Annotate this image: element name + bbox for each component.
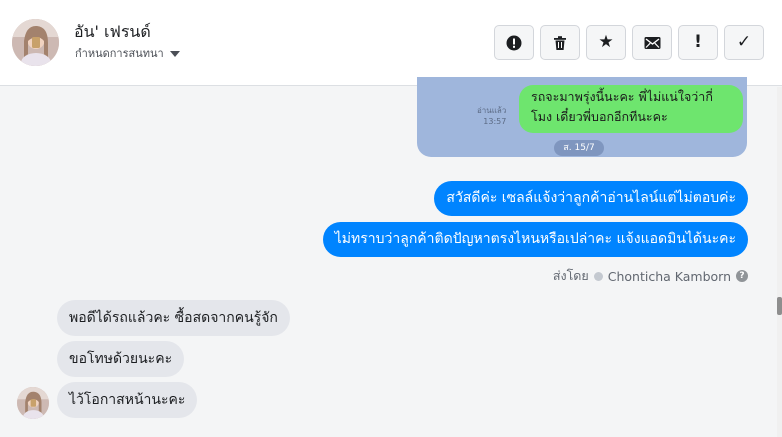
envelope-icon	[644, 36, 660, 49]
delete-button[interactable]	[540, 25, 580, 60]
star-icon: ★	[598, 32, 614, 52]
sent-by-info: ส่งโดย Chonticha Kamborn ?	[553, 266, 748, 286]
conversation-header: อัน' เฟรนด์ กำหนดการสนทนา ★ ! ✓	[0, 0, 782, 86]
conversation-schedule-label: กำหนดการสนทนา	[75, 47, 164, 60]
verified-icon	[593, 271, 603, 281]
checkmark-icon: ✓	[736, 32, 752, 52]
spam-button[interactable]: !	[678, 25, 718, 60]
caret-down-icon	[169, 51, 180, 57]
incoming-message[interactable]: ขอโทษด้วยนะคะ	[57, 341, 185, 377]
contact-name[interactable]: อัน' เฟรนด์	[74, 20, 151, 45]
alert-button[interactable]	[494, 25, 534, 60]
date-badge: ส. 15/7	[554, 140, 604, 156]
outgoing-message[interactable]: ไม่ทราบว่าลูกค้าติดปัญหาตรงไหนหรือเปล่าค…	[322, 222, 748, 257]
exclamation-icon: !	[694, 32, 702, 52]
line-screenshot-attachment[interactable]: อ่านแล้ว 13:57 รถจะมาพรุ่งนี้นะคะ พี่ไม่…	[417, 77, 747, 157]
message-thread: อ่านแล้ว 13:57 รถจะมาพรุ่งนี้นะคะ พี่ไม่…	[0, 77, 782, 437]
scrollbar-thumb[interactable]	[777, 297, 782, 315]
sender-avatar[interactable]	[17, 387, 49, 419]
done-button[interactable]: ✓	[724, 25, 764, 60]
sent-by-label: ส่งโดย	[552, 268, 589, 283]
contact-avatar[interactable]	[12, 19, 59, 66]
action-toolbar: ★ ! ✓	[494, 25, 764, 60]
read-receipt: อ่านแล้ว 13:57	[477, 106, 507, 126]
incoming-message[interactable]: ไว้โอกาสหน้านะคะ	[57, 382, 198, 418]
trash-icon	[554, 35, 566, 50]
conversation-schedule-dropdown[interactable]: กำหนดการสนทนา	[75, 44, 180, 62]
star-button[interactable]: ★	[586, 25, 626, 60]
mark-unread-button[interactable]	[632, 25, 672, 60]
help-icon[interactable]: ?	[736, 270, 748, 282]
outgoing-message[interactable]: สวัสดีค่ะ เซลล์แจ้งว่าลูกค้าอ่านไลน์แต่ไ…	[434, 181, 748, 216]
alert-circle-icon	[506, 35, 522, 50]
line-message-bubble: รถจะมาพรุ่งนี้นะคะ พี่ไม่แน่ใจว่ากี่โมง …	[519, 85, 743, 133]
sender-name[interactable]: Chonticha Kamborn	[608, 269, 731, 284]
thread-scrollbar[interactable]	[777, 87, 782, 437]
incoming-message[interactable]: พอดีได้รถแล้วคะ ซื้อสดจากคนรู้จัก	[57, 300, 290, 336]
